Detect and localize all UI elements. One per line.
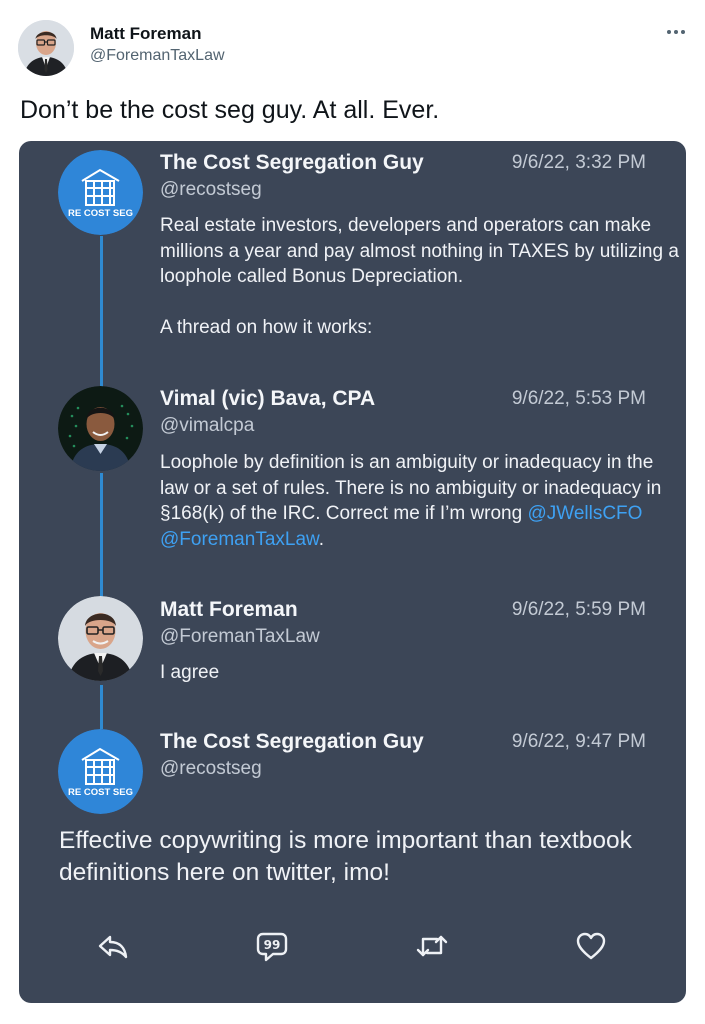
vimal-avatar: [58, 386, 143, 471]
like-icon[interactable]: [574, 929, 608, 963]
retweet-icon[interactable]: [415, 929, 449, 963]
tweet-author-handle: @recostseg: [160, 179, 262, 200]
thread-connector: [100, 685, 103, 729]
tweet-timestamp: 9/6/22, 9:47 PM: [511, 731, 646, 752]
tweet-timestamp: 9/6/22, 3:32 PM: [511, 152, 646, 173]
avatar-photo-matt: [18, 20, 74, 76]
tweet-author-handle: @recostseg: [160, 758, 262, 779]
tweet-author-handle: @vimalcpa: [160, 415, 255, 436]
author-handle[interactable]: @ForemanTaxLaw: [90, 47, 225, 65]
more-dots-icon[interactable]: [660, 22, 690, 42]
tweet-body: Real estate investors, developers and op…: [160, 215, 679, 338]
tweet-author-name: The Cost Segregation Guy: [160, 730, 424, 753]
recostseg-logo-avatar: RE COST SEG: [58, 150, 143, 235]
svg-text:99: 99: [264, 938, 281, 952]
logo-text: RE COST SEG: [68, 208, 133, 219]
tweet-timestamp: 9/6/22, 5:59 PM: [511, 599, 646, 620]
recostseg-logo-avatar: RE COST SEG: [58, 729, 143, 814]
mention-link[interactable]: @JWellsCFO: [527, 503, 642, 524]
logo-text: RE COST SEG: [68, 787, 133, 798]
tweet-text: Don’t be the cost seg guy. At all. Ever.: [20, 96, 440, 124]
tweet-author-name: Matt Foreman: [160, 598, 298, 621]
reply-icon[interactable]: [96, 929, 130, 963]
tweet-author-name: Vimal (vic) Bava, CPA: [160, 387, 376, 410]
tweet-author-name: The Cost Segregation Guy: [160, 151, 424, 174]
thread-connector: [100, 473, 103, 597]
mention-link[interactable]: @ForemanTaxLaw: [160, 529, 319, 550]
tweet-body: Loophole by definition is an ambiguity o…: [160, 450, 676, 552]
author-name[interactable]: Matt Foreman: [90, 24, 201, 44]
thread-screenshot-image[interactable]: RE COST SEG The Cost Segregation Guy @re…: [19, 141, 686, 1003]
tweet-body-end: .: [318, 528, 324, 550]
focused-tweet-text: Effective copywriting is more important …: [59, 827, 632, 886]
thread-connector: [100, 236, 103, 388]
matt-avatar: [58, 596, 143, 681]
tweet-timestamp: 9/6/22, 5:53 PM: [511, 388, 646, 409]
author-avatar[interactable]: [18, 20, 74, 76]
quote-icon[interactable]: 99: [255, 929, 289, 963]
tweet-body: I agree: [160, 662, 220, 683]
tweet-author-handle: @ForemanTaxLaw: [160, 626, 320, 647]
